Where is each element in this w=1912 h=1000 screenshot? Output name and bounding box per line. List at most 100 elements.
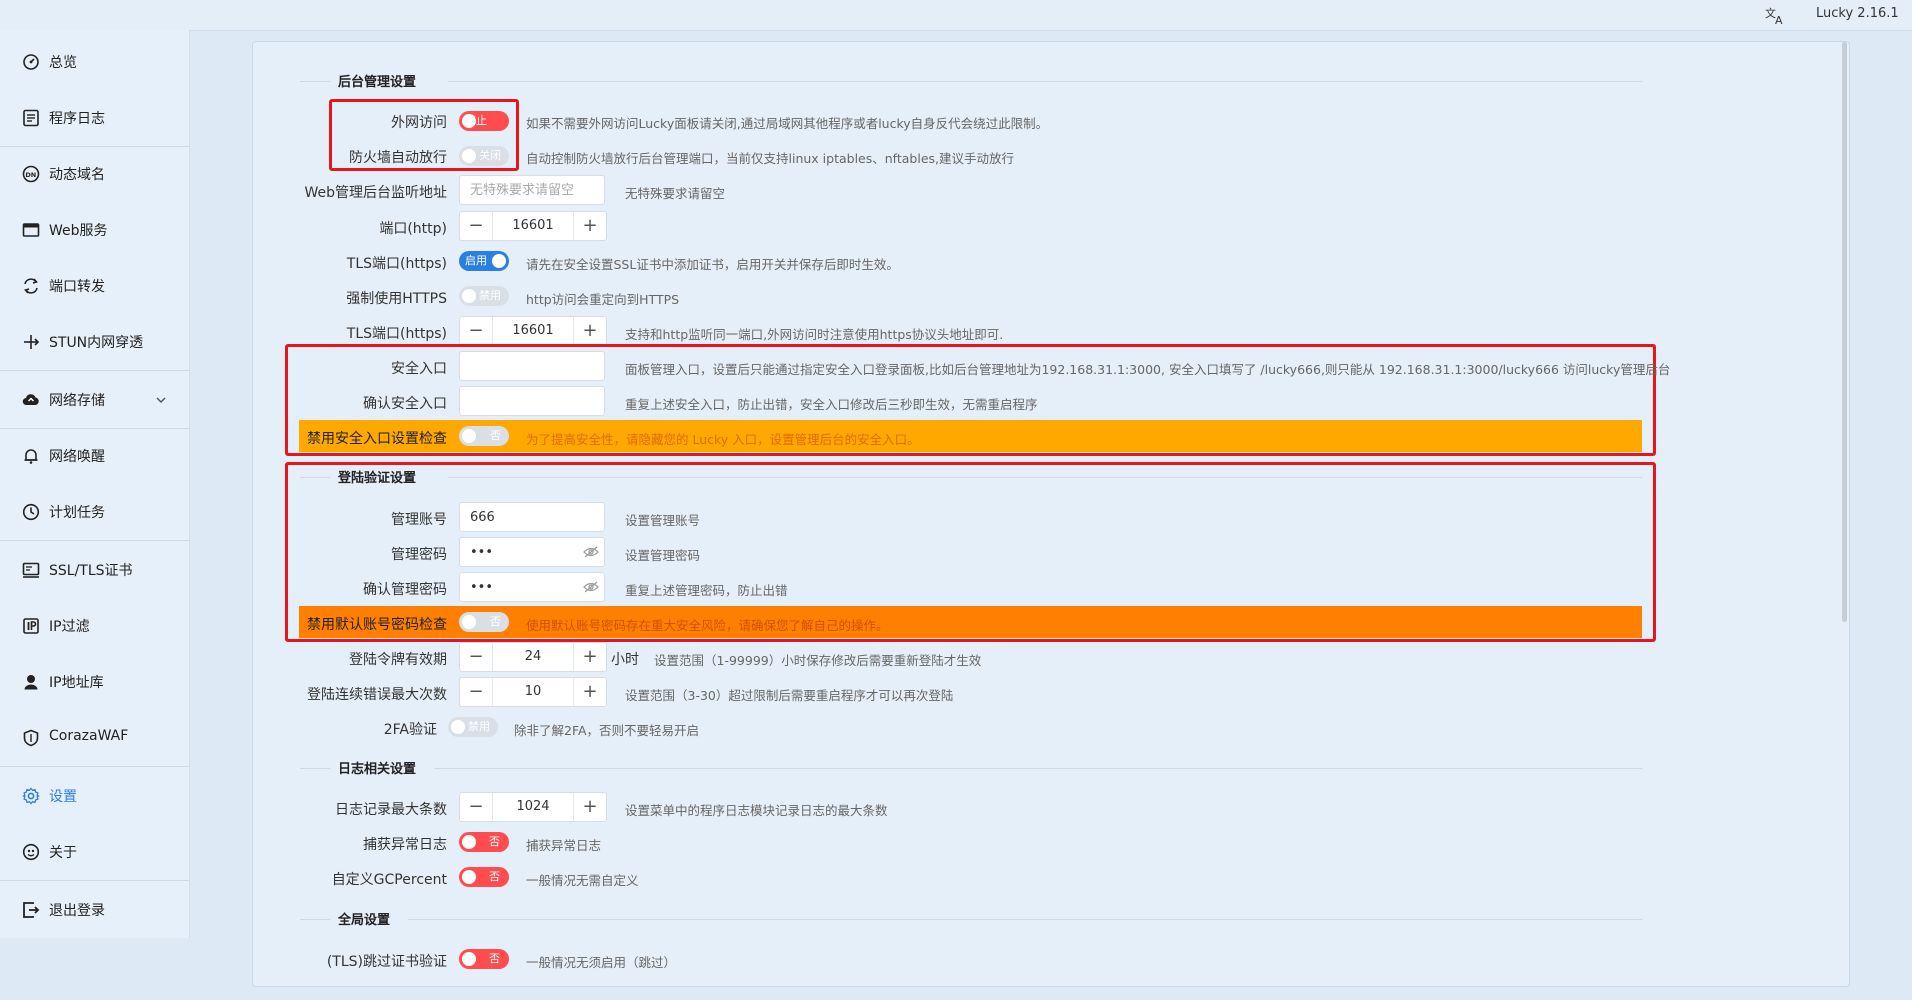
max-errors-stepper[interactable]: − 10 + — [459, 677, 607, 707]
tls-port-label: TLS端口(https) — [346, 326, 447, 342]
catch-err-switch[interactable]: 否 — [459, 832, 509, 852]
decrement-button[interactable]: − — [460, 643, 493, 671]
stepper-value[interactable]: 24 — [492, 643, 574, 671]
sidebar-item-label: 动态域名 — [49, 167, 105, 183]
disable-entry-check-label: 禁用安全入口设置检查 — [307, 431, 447, 447]
listen-addr-input[interactable] — [459, 175, 605, 205]
port-forward-icon — [24, 278, 38, 294]
eye-off-icon[interactable] — [583, 545, 599, 559]
cloud-storage-icon — [22, 394, 39, 406]
twofa-switch[interactable]: 禁用 — [448, 717, 498, 737]
disable-default-check-switch[interactable]: 否 — [459, 612, 509, 632]
section-login: 登陆验证设置 — [300, 467, 1642, 487]
web-icon — [22, 223, 40, 237]
svg-text:DN: DN — [25, 171, 36, 179]
tls-port-hint: 支持和http监听同一端口,外网访问时注意使用https协议头地址即可. — [625, 327, 1004, 342]
sidebar-item-label: 总览 — [49, 55, 77, 71]
confirm-password-hint: 重复上述管理密码，防止出错 — [625, 583, 788, 598]
gc-hint: 一般情况无需自定义 — [526, 873, 639, 888]
location-icon — [24, 675, 38, 690]
gc-label: 自定义GCPercent — [331, 872, 447, 888]
increment-button[interactable]: + — [573, 317, 606, 345]
chevron-down-icon[interactable] — [155, 394, 167, 406]
force-https-switch[interactable]: 禁用 — [459, 286, 509, 306]
increment-button[interactable]: + — [573, 212, 606, 240]
sidebar-item-label: 端口转发 — [49, 279, 105, 295]
tls-switch-label: TLS端口(https) — [346, 256, 447, 272]
sidebar-item-overview[interactable]: 总览 — [0, 34, 189, 90]
gc-switch[interactable]: 否 — [459, 867, 509, 887]
section-admin: 后台管理设置 — [300, 71, 1642, 91]
sidebar-item-label: IP过滤 — [49, 619, 90, 635]
sidebar-divider — [0, 880, 189, 881]
stepper-value[interactable]: 1024 — [492, 793, 574, 821]
sidebar-item-port-forward[interactable]: 端口转发 — [0, 258, 189, 314]
admin-password-hint: 设置管理密码 — [625, 548, 701, 563]
stepper-value[interactable]: 16601 — [492, 317, 574, 345]
token-expiry-label: 登陆令牌有效期 — [349, 652, 447, 668]
increment-button[interactable]: + — [573, 643, 606, 671]
filter-icon — [23, 618, 39, 634]
disable-entry-check-hint: 为了提高安全性，请隐藏您的 Lucky 入口，设置管理后台的安全入口。 — [526, 432, 920, 447]
decrement-button[interactable]: − — [460, 793, 493, 821]
confirm-entry-hint: 重复上述安全入口，防止出错，安全入口修改后三秒即生效，无需重启程序 — [625, 397, 1038, 412]
admin-account-hint: 设置管理账号 — [625, 513, 701, 528]
sidebar-item-storage[interactable]: 网络存储 — [0, 372, 189, 428]
increment-button[interactable]: + — [573, 793, 606, 821]
sidebar-item-label: Web服务 — [49, 223, 108, 239]
sidebar-item-label: 关于 — [49, 845, 77, 861]
confirm-password-label: 确认管理密码 — [363, 582, 447, 598]
sidebar-item-label: 网络存储 — [49, 393, 105, 409]
confirm-entry-label: 确认安全入口 — [363, 396, 447, 412]
log-max-hint: 设置菜单中的程序日志模块记录日志的最大条数 — [625, 803, 888, 818]
sidebar-item-ddns[interactable]: DN 动态域名 — [0, 146, 189, 202]
bell-icon — [24, 449, 38, 464]
shield-icon — [23, 729, 39, 747]
max-errors-label: 登陆连续错误最大次数 — [307, 687, 447, 703]
admin-account-input[interactable] — [459, 502, 605, 532]
twofa-label: 2FA验证 — [383, 722, 437, 738]
stepper-value[interactable]: 16601 — [492, 212, 574, 240]
tls-port-stepper[interactable]: − 16601 + — [459, 316, 607, 346]
sidebar-item-ssl[interactable]: SSL/TLS证书 — [0, 542, 189, 598]
stepper-value[interactable]: 10 — [492, 678, 574, 706]
sidebar-item-web[interactable]: Web服务 — [0, 202, 189, 258]
svg-text:A: A — [1775, 14, 1783, 26]
decrement-button[interactable]: − — [460, 678, 493, 706]
tls-skip-switch[interactable]: 否 — [459, 949, 509, 969]
safe-entry-input[interactable] — [459, 351, 605, 381]
sidebar-item-waf[interactable]: CorazaWAF — [0, 710, 189, 766]
log-icon — [23, 109, 39, 127]
catch-err-hint: 捕获异常日志 — [526, 838, 602, 853]
disable-default-check-hint: 使用默认账号密码存在重大安全风险，请确保您了解自己的操作。 — [526, 618, 889, 633]
disable-entry-check-switch[interactable]: 否 — [459, 426, 509, 446]
logout-icon — [23, 902, 40, 918]
sidebar-item-ipfilter[interactable]: IP过滤 — [0, 598, 189, 654]
wan-access-hint: 如果不需要外网访问Lucky面板请关闭,通过局域网其他程序或者lucky自身反代… — [526, 116, 1049, 131]
sidebar-item-label: IP地址库 — [49, 675, 104, 691]
section-global: 全局设置 — [300, 909, 1642, 929]
decrement-button[interactable]: − — [460, 317, 493, 345]
http-port-stepper[interactable]: − 16601 + — [459, 211, 607, 241]
sidebar-item-settings[interactable]: 设置 — [0, 768, 189, 824]
sidebar-divider — [0, 766, 189, 767]
token-expiry-stepper[interactable]: − 24 + — [459, 642, 607, 672]
decrement-button[interactable]: − — [460, 212, 493, 240]
sidebar-item-about[interactable]: 关于 — [0, 824, 189, 880]
certificate-icon — [22, 562, 40, 578]
clock-icon — [22, 503, 40, 521]
sidebar-item-stun[interactable]: STUN内网穿透 — [0, 314, 189, 370]
scrollbar[interactable] — [1842, 42, 1847, 622]
sidebar-item-wol[interactable]: 网络唤醒 — [0, 428, 189, 484]
log-max-stepper[interactable]: − 1024 + — [459, 792, 607, 822]
increment-button[interactable]: + — [573, 678, 606, 706]
eye-off-icon[interactable] — [583, 580, 599, 594]
sidebar-item-logs[interactable]: 程序日志 — [0, 90, 189, 146]
sidebar-item-logout[interactable]: 退出登录 — [0, 882, 189, 938]
translate-icon[interactable]: 文 A — [1764, 4, 1788, 26]
sidebar-item-iplib[interactable]: IP地址库 — [0, 654, 189, 710]
version-label: Lucky 2.16.1 — [1816, 6, 1899, 21]
sidebar-item-schedule[interactable]: 计划任务 — [0, 484, 189, 540]
confirm-entry-input[interactable] — [459, 386, 605, 416]
tls-switch[interactable]: 启用 — [459, 251, 509, 271]
